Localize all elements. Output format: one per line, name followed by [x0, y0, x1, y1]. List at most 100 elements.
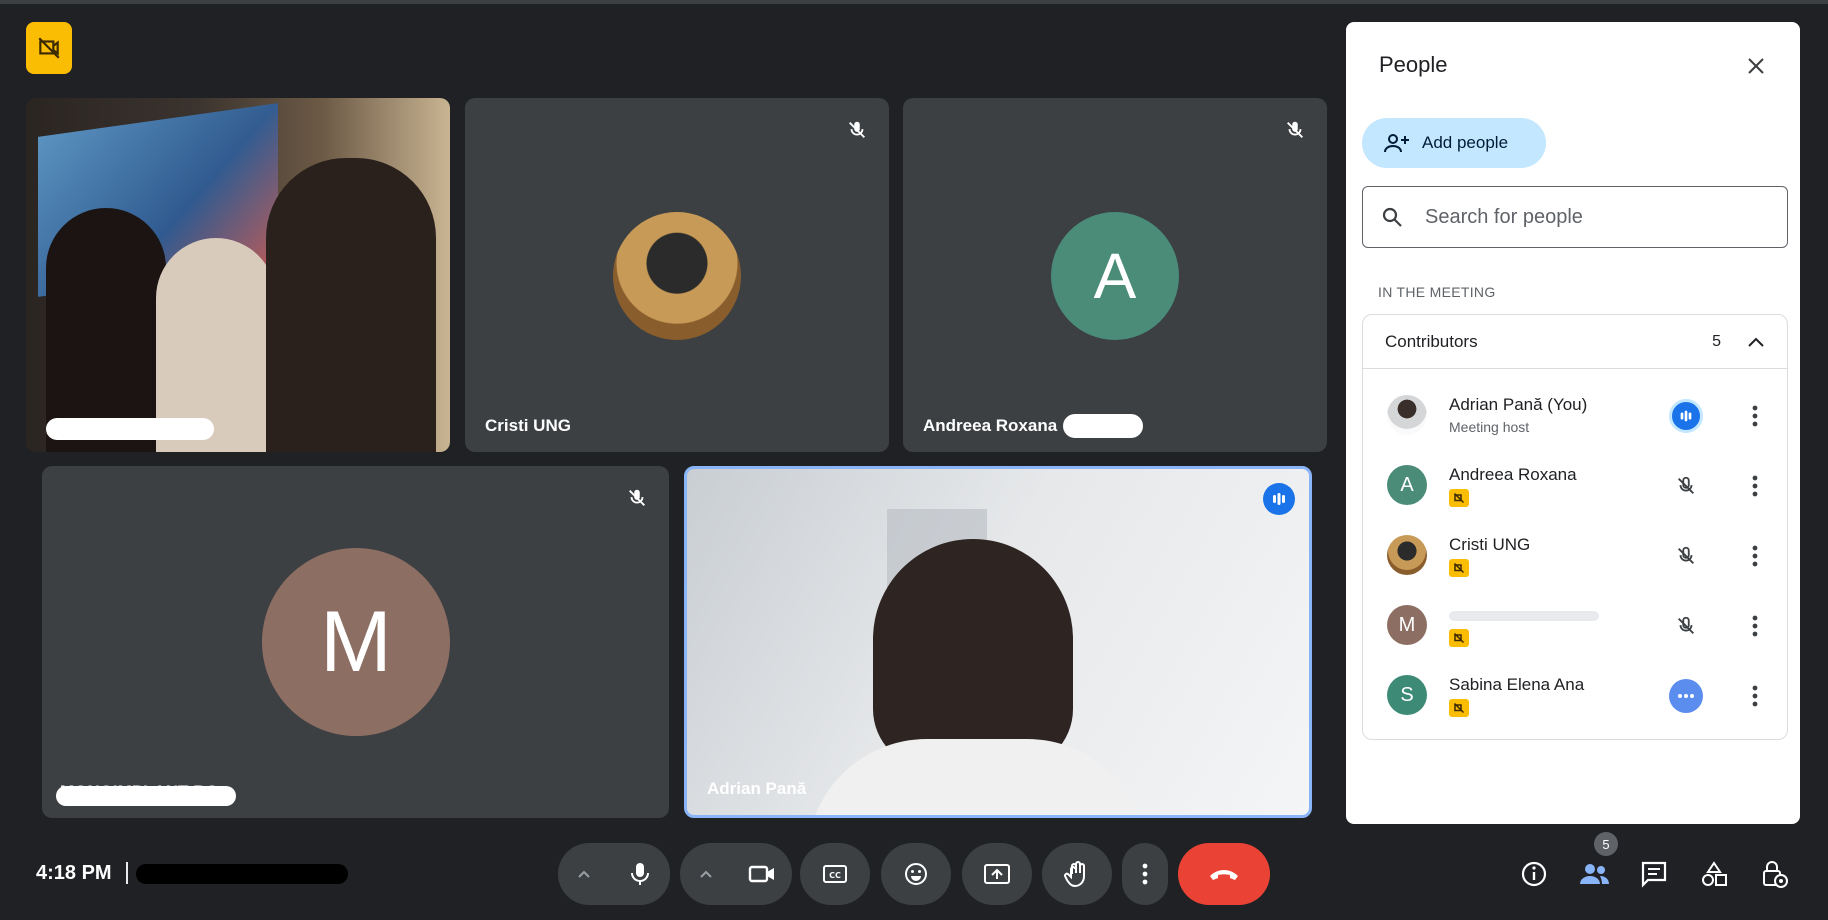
mic-off-icon[interactable]	[1669, 609, 1703, 643]
present-icon	[984, 864, 1010, 884]
audio-level-icon	[1263, 483, 1295, 515]
add-people-button[interactable]: Add people	[1362, 118, 1546, 168]
participant-name: Sabina Elena Ana	[1449, 675, 1585, 694]
mic-off-icon[interactable]	[1669, 539, 1703, 573]
camera-off-icon	[1449, 629, 1469, 647]
avatar-initial: M	[262, 548, 450, 736]
contributors-group: Contributors 5 Adrian Pană (You) Meeting…	[1362, 314, 1788, 740]
participant-name: Andreea Roxana	[923, 416, 1058, 435]
add-people-label: Add people	[1422, 133, 1509, 152]
avatar	[1387, 395, 1427, 435]
end-call-icon	[1210, 870, 1238, 880]
activities-icon	[1702, 861, 1727, 886]
redacted-name	[56, 786, 236, 806]
camera-off-icon	[1449, 559, 1469, 577]
audio-options-button[interactable]	[558, 843, 610, 905]
mic-off-icon	[623, 484, 651, 512]
chat-icon	[1641, 861, 1667, 888]
participant-row[interactable]: S Sabina Elena Ana	[1363, 659, 1789, 729]
search-icon	[1382, 207, 1402, 227]
close-icon	[1748, 58, 1764, 74]
camera-off-icon	[1449, 699, 1469, 717]
search-input[interactable]	[1425, 205, 1725, 229]
meeting-details-button[interactable]	[1516, 856, 1552, 892]
search-people-field[interactable]	[1362, 186, 1788, 248]
emoji-icon	[905, 863, 927, 885]
more-vert-icon[interactable]	[1741, 471, 1769, 501]
person-head	[873, 539, 1073, 769]
close-panel-button[interactable]	[1740, 50, 1772, 82]
chevron-up-icon	[578, 870, 590, 878]
chevron-up-icon	[1748, 337, 1764, 347]
present-button[interactable]	[962, 843, 1032, 905]
activities-button[interactable]	[1696, 856, 1732, 892]
participant-name: Adrian Pană (You)	[1449, 395, 1588, 414]
redacted-name	[1449, 611, 1599, 621]
host-controls-button[interactable]	[1756, 856, 1792, 892]
more-horiz-icon[interactable]	[1669, 679, 1703, 713]
host-controls-icon	[1763, 861, 1788, 888]
mic-control-group	[558, 843, 670, 905]
leave-call-button[interactable]	[1178, 843, 1270, 905]
camera-icon	[748, 865, 774, 883]
participant-name: Adrian Pană	[707, 779, 807, 798]
captions-icon: CC	[823, 865, 847, 883]
camera-off-icon	[38, 37, 60, 59]
people-panel: People Add people IN THE MEETING Contrib…	[1346, 22, 1800, 824]
mic-icon	[631, 863, 649, 885]
people-icon	[1580, 864, 1609, 884]
meeting-time: 4:18 PM	[36, 862, 112, 884]
chat-button[interactable]	[1636, 856, 1672, 892]
video-options-button[interactable]	[680, 843, 732, 905]
video-tile-group[interactable]	[26, 98, 450, 452]
video-tile-andreea[interactable]: A Andreea Roxana	[903, 98, 1327, 452]
participant-row[interactable]: M	[1363, 589, 1789, 659]
person-silhouette	[46, 208, 166, 452]
panel-title: People	[1379, 52, 1448, 77]
reactions-button[interactable]	[881, 843, 951, 905]
person-body	[807, 739, 1147, 815]
participant-row[interactable]: A Andreea Roxana	[1363, 449, 1789, 519]
participant-row[interactable]: Adrian Pană (You) Meeting host	[1363, 379, 1789, 449]
camera-off-badge[interactable]	[26, 22, 72, 74]
camera-off-icon	[1449, 489, 1469, 507]
avatar	[613, 212, 741, 340]
avatar-initial: A	[1387, 465, 1427, 505]
participant-row[interactable]: Cristi UNG	[1363, 519, 1789, 589]
more-options-button[interactable]	[1122, 843, 1168, 905]
section-label: IN THE MEETING	[1378, 284, 1496, 300]
more-vert-icon	[1142, 863, 1148, 885]
redacted-meeting-code	[136, 864, 348, 884]
redacted-name	[46, 418, 214, 440]
more-vert-icon[interactable]	[1741, 611, 1769, 641]
people-count-badge: 5	[1594, 832, 1618, 856]
mic-button[interactable]	[610, 843, 670, 905]
mic-off-icon	[843, 116, 871, 144]
captions-button[interactable]: CC	[800, 843, 870, 905]
more-vert-icon[interactable]	[1741, 681, 1769, 711]
raise-hand-button[interactable]	[1042, 843, 1112, 905]
participant-role: Meeting host	[1449, 419, 1530, 435]
video-tile-monoimplant[interactable]: M MONOIMPLANT RO	[42, 466, 669, 818]
audio-level-icon	[1669, 399, 1703, 433]
group-label: Contributors	[1385, 331, 1478, 351]
raise-hand-icon	[1064, 861, 1085, 888]
people-button[interactable]	[1576, 856, 1612, 892]
contributors-header[interactable]: Contributors 5	[1363, 315, 1787, 369]
video-tile-cristi[interactable]: Cristi UNG	[465, 98, 889, 452]
more-vert-icon[interactable]	[1741, 401, 1769, 431]
redacted-name	[1063, 414, 1143, 438]
mic-off-icon	[1281, 116, 1309, 144]
mic-off-icon[interactable]	[1669, 469, 1703, 503]
info-icon	[1521, 861, 1547, 887]
person-add-icon	[1384, 134, 1409, 153]
participant-name: Cristi UNG	[1449, 535, 1531, 554]
avatar-initial: M	[1387, 605, 1427, 645]
camera-button[interactable]	[732, 843, 792, 905]
person-silhouette	[266, 158, 436, 452]
avatar	[1387, 535, 1427, 575]
video-tile-adrian[interactable]: Adrian Pană	[684, 466, 1312, 818]
participant-name: Cristi UNG	[485, 416, 571, 435]
svg-text:CC: CC	[829, 871, 841, 880]
more-vert-icon[interactable]	[1741, 541, 1769, 571]
